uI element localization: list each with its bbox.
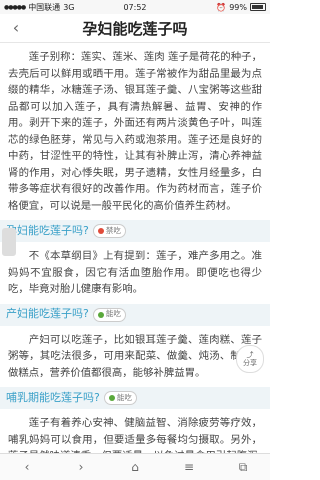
section-question: 孕妇能吃莲子吗? bbox=[6, 223, 89, 237]
nav-forward-icon[interactable]: › bbox=[69, 460, 93, 474]
badge-label: 能吃 bbox=[105, 309, 121, 319]
back-button[interactable]: ‹ bbox=[6, 18, 26, 38]
section-question: 哺乳期能吃莲子吗? bbox=[6, 390, 100, 404]
status-badge: 禁吃 bbox=[92, 224, 126, 238]
ok-icon bbox=[97, 311, 104, 318]
article-content: 莲子别称：莲实、莲米、莲肉 莲子是荷花的种子，去壳后可以鲜用或晒干用。莲子常被作… bbox=[0, 43, 270, 465]
forbid-icon bbox=[97, 228, 104, 234]
battery-icon bbox=[249, 3, 266, 11]
browser-toolbar: ‹ › ⌂ ≡ ⧉ bbox=[0, 453, 270, 480]
section-text-pregnant: 不《本草纲目》上有提到：莲子，难产多用之。准妈妈不宜服食，因它有活血堕胎作用。即… bbox=[8, 250, 262, 295]
home-icon[interactable]: ⌂ bbox=[123, 460, 147, 474]
alarm-icon: ⏰ bbox=[216, 2, 227, 12]
status-badge: 能吃 bbox=[92, 307, 126, 322]
status-left: ●●●●● 中国联通 3G bbox=[4, 2, 91, 13]
status-badge: 能吃 bbox=[103, 391, 137, 405]
network-label: 3G bbox=[63, 2, 75, 12]
intro-paragraph: 莲子别称：莲实、莲米、莲肉 莲子是荷花的种子，去壳后可以鲜用或晒干用。莲子常被作… bbox=[8, 51, 262, 212]
status-bar: ●●●●● 中国联通 3G 07:52 ⏰ 99% bbox=[0, 0, 270, 14]
signal-icon: ●●●●● bbox=[4, 3, 26, 11]
page-title: 孕妇能吃莲子吗 bbox=[82, 19, 188, 38]
section-header-pregnant: 孕妇能吃莲子吗? 禁吃 bbox=[0, 220, 270, 242]
status-time: 07:52 bbox=[123, 2, 147, 12]
tabs-icon[interactable]: ⧉ bbox=[231, 460, 255, 475]
badge-label: 禁吃 bbox=[105, 225, 121, 235]
status-right: ⏰ 99% bbox=[179, 3, 266, 12]
share-label: 分享 bbox=[243, 359, 257, 367]
nav-back-icon[interactable]: ‹ bbox=[15, 460, 39, 474]
share-button[interactable]: ⤴ 分享 bbox=[236, 345, 264, 373]
side-thumbnail bbox=[2, 228, 16, 256]
menu-icon[interactable]: ≡ bbox=[177, 460, 201, 474]
ok-icon bbox=[108, 395, 115, 401]
section-question: 产妇能吃莲子吗? bbox=[6, 307, 89, 321]
badge-label: 能吃 bbox=[116, 392, 132, 402]
share-icon: ⤴ bbox=[246, 351, 254, 359]
section-header-breastfeeding: 哺乳期能吃莲子吗? 能吃 bbox=[0, 387, 270, 409]
battery-percent: 99% bbox=[229, 2, 247, 12]
carrier-label: 中国联通 bbox=[28, 2, 61, 12]
section-header-postpartum: 产妇能吃莲子吗? 能吃 bbox=[0, 303, 270, 326]
section-text-postpartum: 产妇可以吃莲子，比如银耳莲子羹、莲肉糕、莲子粥等，其吃法很多，可用来配菜、做羹、… bbox=[8, 333, 262, 379]
page-header: ‹ 孕妇能吃莲子吗 bbox=[0, 14, 270, 43]
